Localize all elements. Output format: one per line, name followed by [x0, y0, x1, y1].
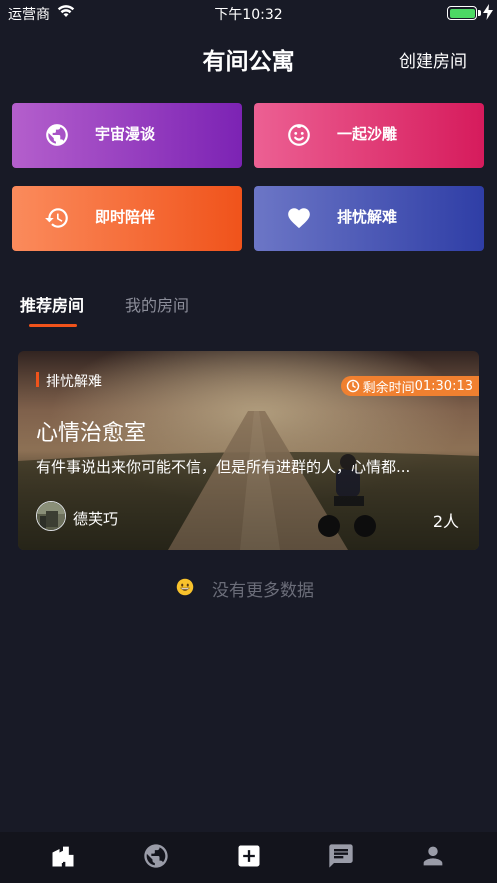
remaining-time-prefix: 剩余时间	[362, 380, 415, 396]
clock: 下午10:32	[214, 7, 283, 23]
category-label: 一起沙雕	[337, 125, 398, 143]
heart-icon	[288, 208, 310, 229]
chat-icon[interactable]	[327, 842, 355, 870]
globe-icon	[46, 124, 68, 146]
remaining-time-value: 01:30:13	[414, 378, 473, 394]
status-bar: 运营商 下午10:32	[0, 0, 497, 26]
category-label: 排忧解难	[337, 208, 398, 226]
building-icon[interactable]	[49, 842, 77, 870]
active-tab-indicator	[29, 324, 77, 327]
history-clock-icon	[45, 208, 68, 228]
tab-recommended-rooms[interactable]: 推荐房间	[20, 292, 84, 316]
room-name: 心情治愈室	[36, 421, 147, 446]
room-description: 有件事说出来你可能不信，但是所有进群的人，心情都...	[36, 458, 411, 476]
grinning-face-icon	[176, 578, 194, 596]
remaining-time-badge: 剩余时间 01:30:13	[340, 376, 479, 396]
add-box-icon[interactable]	[235, 842, 263, 870]
category-card-silly-together[interactable]: 一起沙雕	[254, 103, 484, 168]
clock-icon	[346, 379, 359, 393]
category-card-solve-worries[interactable]: 排忧解难	[254, 186, 484, 251]
category-card-instant-company[interactable]: 即时陪伴	[12, 186, 242, 251]
charging-icon	[483, 4, 493, 20]
owner-name: 德芙巧	[73, 510, 119, 528]
person-icon[interactable]	[419, 842, 447, 870]
room-card[interactable]: 排忧解难 剩余时间 01:30:13 心情治愈室 有件事说出来你可能不信，但是所…	[18, 351, 479, 550]
no-more-data-text: 没有更多数据	[212, 581, 314, 601]
globe-icon[interactable]	[142, 842, 170, 870]
bottom-tab-bar	[0, 832, 497, 883]
category-card-cosmic-chat[interactable]: 宇宙漫谈	[12, 103, 242, 168]
avatar[interactable]	[36, 501, 66, 531]
member-count: 2人	[432, 512, 459, 531]
baby-face-icon	[288, 124, 310, 146]
category-label: 即时陪伴	[95, 208, 156, 226]
category-label: 宇宙漫谈	[95, 125, 156, 143]
create-room-button[interactable]: 创建房间	[399, 47, 467, 72]
tag-accent-bar	[36, 372, 39, 387]
room-category-tag: 排忧解难	[46, 374, 102, 390]
tab-my-rooms[interactable]: 我的房间	[125, 292, 189, 316]
battery-icon	[447, 6, 477, 20]
